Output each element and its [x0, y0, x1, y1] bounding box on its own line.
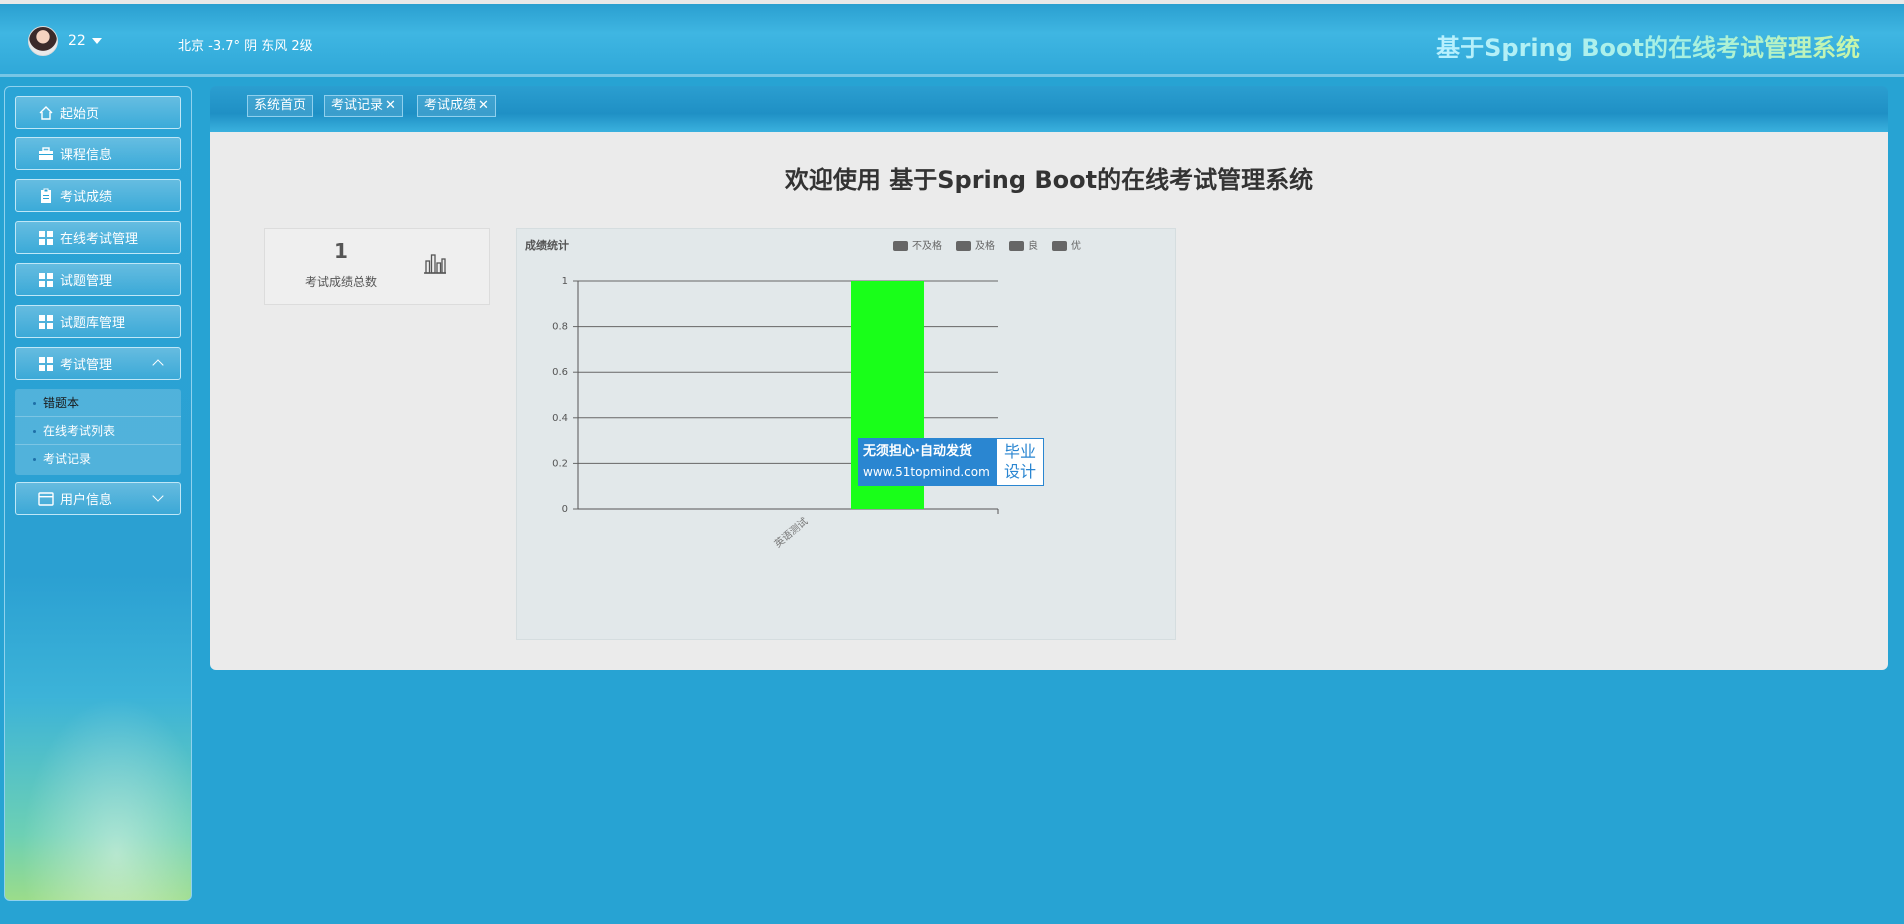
- page-title: 欢迎使用 基于Spring Boot的在线考试管理系统: [784, 166, 1314, 194]
- app-title: 基于Spring Boot的在线考试管理系统: [1436, 28, 1860, 63]
- tab-bar: 系统首页 考试记录 ✕ 考试成绩 ✕: [210, 86, 1888, 132]
- watermark-left: 无须担心·自动发货 www.51topmind.com: [859, 439, 997, 485]
- legend-label: 不及格: [912, 239, 942, 252]
- sidebar-item-label: 课程信息: [60, 148, 113, 163]
- tab-home[interactable]: 系统首页: [247, 95, 314, 117]
- grid-icon: [38, 356, 54, 372]
- chevron-up-icon[interactable]: [152, 359, 164, 371]
- home-icon: [38, 105, 54, 121]
- chart-legend[interactable]: 不及格 及格 良 优: [893, 239, 1081, 252]
- grid-icon: [38, 314, 54, 330]
- weather-info: 北京 -3.7° 阴 东风 2级: [178, 39, 313, 54]
- close-icon[interactable]: ✕: [478, 98, 489, 113]
- watermark-right: 毕业 设计: [997, 439, 1043, 485]
- tab-exam-records[interactable]: 考试记录 ✕: [324, 95, 403, 117]
- sidebar-item-exam-mgmt[interactable]: 考试管理: [15, 347, 181, 380]
- sidebar-item-question-bank-mgmt[interactable]: 试题库管理: [15, 305, 181, 338]
- bar-chart-icon: [423, 253, 447, 279]
- watermark-right1: 毕业: [1003, 442, 1036, 461]
- y-tick-label: 1: [562, 276, 568, 287]
- briefcase-icon: [38, 146, 54, 162]
- stat-label: 考试成绩总数: [304, 275, 377, 289]
- sidebar-item-exam-scores[interactable]: 考试成绩: [15, 179, 181, 212]
- sidebar-item-label: 起始页: [60, 107, 100, 122]
- top-header: 22 北京 -3.7° 阴 东风 2级 基于Spring Boot的在线考试管理…: [0, 0, 1904, 77]
- chevron-down-icon[interactable]: [152, 490, 164, 502]
- sidebar-item-home[interactable]: 起始页: [15, 96, 181, 129]
- sidebar-item-label: 试题库管理: [60, 316, 126, 331]
- y-tick-label: 0.2: [552, 458, 568, 469]
- sidebar-item-question-mgmt[interactable]: 试题管理: [15, 263, 181, 296]
- caret-down-icon[interactable]: [91, 38, 102, 44]
- chart-title: 成绩统计: [525, 238, 569, 252]
- grid-icon: [38, 230, 54, 246]
- sidebar-item-online-exam-mgmt[interactable]: 在线考试管理: [15, 221, 181, 254]
- stat-card: 1 考试成绩总数: [264, 228, 490, 305]
- username[interactable]: 22: [68, 33, 86, 49]
- legend-swatch: [1052, 241, 1067, 251]
- y-tick-label: 0.4: [552, 413, 568, 424]
- tab-label: 系统首页: [254, 98, 307, 113]
- card-icon: [38, 491, 54, 507]
- submenu-item-exam-records[interactable]: 考试记录: [15, 445, 181, 473]
- y-tick-label: 0.6: [552, 367, 568, 378]
- legend-swatch: [956, 241, 971, 251]
- submenu-item-wrong-questions[interactable]: 错题本: [15, 389, 181, 417]
- watermark-right2: 设计: [1003, 462, 1036, 481]
- sidebar-item-label: 用户信息: [60, 493, 113, 508]
- legend-label: 优: [1071, 239, 1081, 252]
- watermark-badge: 无须担心·自动发货 www.51topmind.com 毕业 设计: [858, 438, 1044, 486]
- legend-label: 及格: [975, 239, 995, 252]
- user-menu[interactable]: 22: [28, 26, 102, 56]
- y-tick-label: 0: [562, 504, 568, 515]
- submenu-item-online-exam-list[interactable]: 在线考试列表: [15, 417, 181, 445]
- clipboard-icon: [38, 188, 54, 204]
- sidebar-item-user-info[interactable]: 用户信息: [15, 482, 181, 515]
- stat-value: 1: [334, 239, 348, 263]
- sidebar-item-label: 考试管理: [60, 358, 113, 373]
- sidebar: 起始页 课程信息 考试成绩 在线考试管理 试题管理 试题库管理 考试管理 错题本…: [4, 86, 192, 901]
- close-icon[interactable]: ✕: [385, 98, 396, 113]
- exam-mgmt-submenu: 错题本 在线考试列表 考试记录: [15, 389, 181, 475]
- avatar[interactable]: [28, 26, 58, 56]
- tab-exam-scores[interactable]: 考试成绩 ✕: [417, 95, 496, 117]
- watermark-line1: 无须担心·自动发货: [863, 444, 972, 459]
- sidebar-item-course-info[interactable]: 课程信息: [15, 137, 181, 170]
- y-tick-label: 0.8: [552, 322, 568, 333]
- tab-label: 考试记录: [331, 98, 384, 113]
- x-tick-label: 英语测试: [771, 515, 810, 551]
- legend-swatch: [893, 241, 908, 251]
- main-panel: 欢迎使用 基于Spring Boot的在线考试管理系统 1 考试成绩总数 成绩统…: [210, 132, 1888, 670]
- sidebar-item-label: 在线考试管理: [60, 232, 139, 247]
- sidebar-item-label: 试题管理: [60, 274, 113, 289]
- legend-swatch: [1009, 241, 1024, 251]
- sidebar-item-label: 考试成绩: [60, 190, 113, 205]
- tab-label: 考试成绩: [424, 98, 477, 113]
- legend-label: 良: [1028, 239, 1038, 252]
- score-chart: 成绩统计 不及格 及格 良 优 0 0.2 0.4 0.6 0.8 1 英语测试: [516, 228, 1176, 640]
- watermark-line2: www.51topmind.com: [863, 465, 990, 479]
- grid-icon: [38, 272, 54, 288]
- chart-svg: 成绩统计 不及格 及格 良 优 0 0.2 0.4 0.6 0.8 1 英语测试: [525, 238, 1081, 551]
